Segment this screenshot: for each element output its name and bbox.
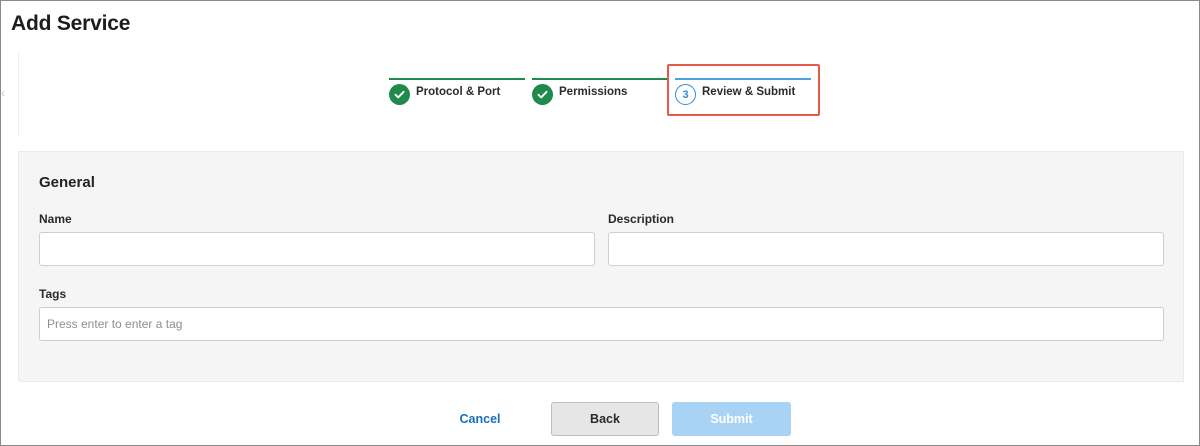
submit-button[interactable]: Submit (672, 402, 791, 436)
step-progress-bar (532, 78, 668, 80)
general-section: General Name Description Tags (18, 151, 1184, 382)
page-title: Add Service (11, 12, 131, 35)
check-icon (532, 84, 553, 105)
stepper: Protocol & Port Permissions 3 Review & S… (18, 52, 1184, 136)
back-button[interactable]: Back (551, 402, 659, 436)
cancel-button[interactable]: Cancel (442, 402, 518, 436)
name-label: Name (39, 212, 72, 226)
tags-label: Tags (39, 287, 67, 301)
step-label: Protocol & Port (416, 86, 501, 98)
step-label: Permissions (559, 86, 628, 98)
dialog-footer: Cancel Back Submit (2, 382, 1199, 445)
check-icon (389, 84, 410, 105)
add-service-dialog: Add Service ‹ Protocol & Port Permission… (0, 0, 1200, 446)
name-input[interactable] (39, 232, 595, 266)
description-label: Description (608, 212, 675, 226)
section-title: General (39, 174, 95, 191)
edge-glyph: ‹ (1, 86, 5, 100)
current-step-highlight (667, 64, 820, 116)
tags-input[interactable] (39, 307, 1164, 341)
description-input[interactable] (608, 232, 1164, 266)
step-progress-bar (389, 78, 525, 80)
